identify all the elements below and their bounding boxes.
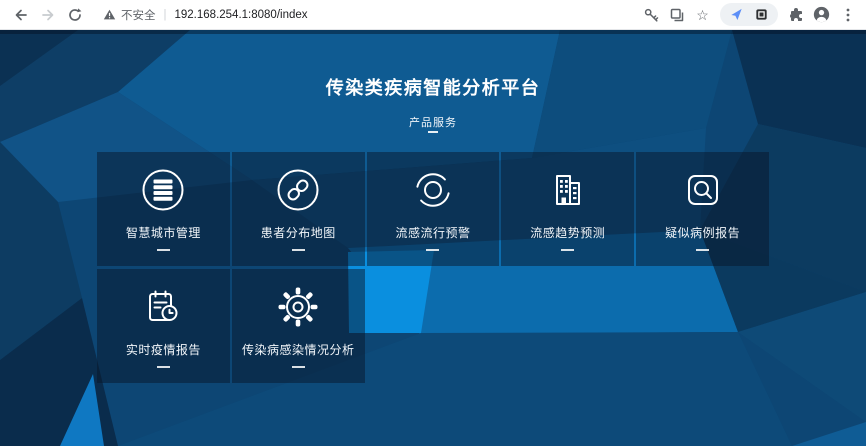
card-label: 疑似病例报告 (665, 224, 740, 241)
stacked-pages-icon (669, 7, 685, 23)
card-underline (561, 249, 574, 251)
flu-trend-buildings-icon (546, 168, 590, 212)
blue-plane-extension-icon (729, 7, 744, 22)
product-cards-grid: 智慧城市管理 患者分布地图 (97, 152, 769, 383)
suspected-case-search-icon (681, 168, 725, 212)
card-underline (157, 366, 170, 368)
card-patient-distribution-map[interactable]: 患者分布地图 (232, 152, 365, 266)
card-smart-city-management[interactable]: 智慧城市管理 (97, 152, 230, 266)
back-arrow-icon (13, 7, 29, 23)
back-button[interactable] (10, 4, 32, 26)
dark-box-extension-icon (754, 7, 769, 22)
card-underline (292, 366, 305, 368)
url-separator: | (164, 9, 167, 21)
not-secure-warning-icon (103, 8, 116, 21)
bookmark-star-button[interactable]: ☆ (694, 6, 711, 23)
card-label: 实时疫情报告 (126, 341, 201, 358)
refresh-icon (67, 7, 83, 23)
puzzle-piece-icon (788, 7, 804, 23)
card-label: 流感趋势预测 (530, 224, 605, 241)
card-suspected-case-report[interactable]: 疑似病例报告 (636, 152, 769, 266)
pinned-extension-dark-button[interactable] (753, 6, 770, 23)
card-flu-epidemic-warning[interactable]: 流感流行预警 (367, 152, 500, 266)
collections-button[interactable] (668, 6, 685, 23)
browser-toolbar: 不安全 | 192.168.254.1:8080/index ☆ (0, 0, 866, 30)
card-realtime-epidemic-report[interactable]: 实时疫情报告 (97, 269, 230, 383)
card-underline (157, 249, 170, 251)
forward-arrow-icon (40, 7, 56, 23)
main-page: 传染类疾病智能分析平台 产品服务 智慧城市管理 (0, 30, 866, 446)
section-label: 产品服务 (0, 114, 866, 130)
refresh-button[interactable] (64, 4, 86, 26)
address-bar[interactable]: 不安全 | 192.168.254.1:8080/index (103, 4, 642, 26)
url-text: 192.168.254.1:8080/index (175, 9, 308, 21)
forward-button[interactable] (37, 4, 59, 26)
card-underline (426, 249, 439, 251)
flu-warning-sync-icon (411, 168, 455, 212)
toolbar-right-group: ☆ (642, 3, 856, 26)
patient-map-link-icon (276, 168, 320, 212)
card-label: 患者分布地图 (261, 224, 336, 241)
security-label: 不安全 (121, 7, 156, 23)
avatar-icon (813, 6, 830, 23)
page-title: 传染类疾病智能分析平台 (0, 74, 866, 100)
pinned-extensions-pill (720, 3, 778, 26)
extensions-menu-button[interactable] (787, 6, 804, 23)
smart-city-icon (141, 168, 185, 212)
card-label: 智慧城市管理 (126, 224, 201, 241)
three-dots-icon (840, 7, 856, 23)
card-underline (292, 249, 305, 251)
browser-menu-button[interactable] (839, 6, 856, 23)
pinned-extension-blue-button[interactable] (728, 6, 745, 23)
card-underline (696, 249, 709, 251)
section-underline (428, 131, 438, 133)
realtime-report-clock-icon (141, 285, 185, 329)
key-icon (643, 7, 659, 23)
infection-analysis-gear-icon (276, 285, 320, 329)
profile-avatar-button[interactable] (813, 6, 830, 23)
password-key-button[interactable] (642, 6, 659, 23)
card-flu-trend-prediction[interactable]: 流感趋势预测 (501, 152, 634, 266)
star-icon: ☆ (696, 8, 709, 22)
card-infection-situation-analysis[interactable]: 传染病感染情况分析 (232, 269, 365, 383)
card-label: 传染病感染情况分析 (242, 341, 355, 358)
card-label: 流感流行预警 (395, 224, 470, 241)
